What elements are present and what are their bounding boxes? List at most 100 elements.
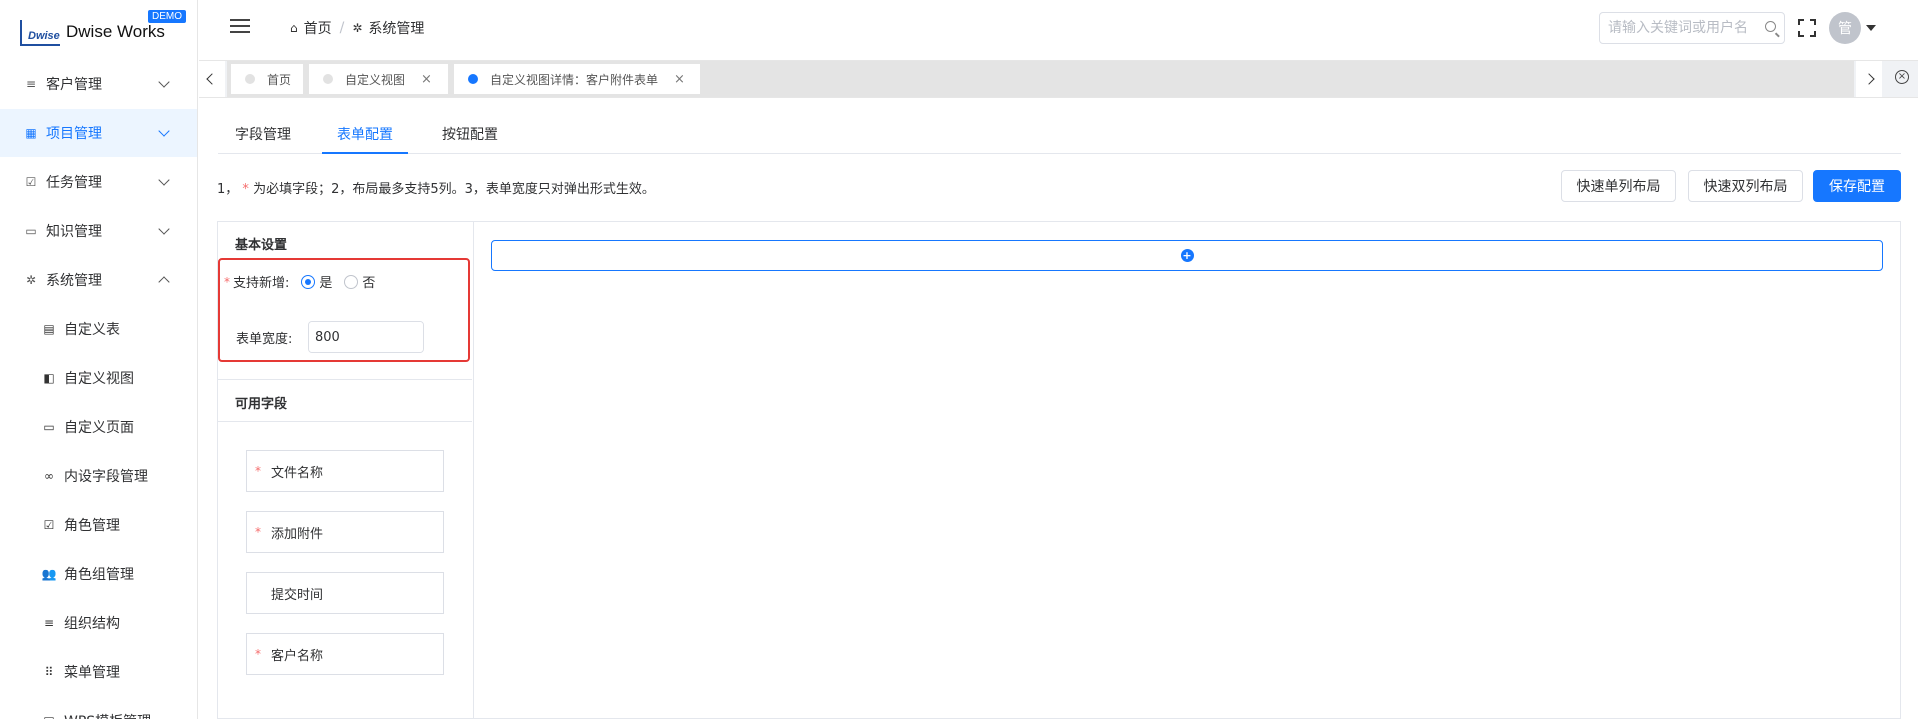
gear-icon: ✲: [25, 273, 37, 287]
search-icon[interactable]: [1765, 21, 1776, 32]
sidebar-subitem-menu[interactable]: ⠿ 菜单管理: [0, 648, 197, 696]
sidebar-subitem-label: 菜单管理: [64, 665, 120, 681]
logo[interactable]: Dwise Dwise Works DEMO: [20, 10, 190, 48]
search-box[interactable]: [1599, 12, 1785, 44]
field-card[interactable]: * 文件名称: [246, 450, 444, 492]
sidebar-subitem-label: 自定义页面: [64, 420, 134, 436]
sidebar-subitem-label: 角色管理: [64, 518, 120, 534]
sidebar-item-project[interactable]: ▦ 项目管理: [0, 109, 197, 157]
breadcrumb-separator: /: [339, 20, 345, 36]
tab-dot-icon: [245, 74, 255, 84]
close-all-tabs-icon[interactable]: ×: [1895, 70, 1909, 84]
sidebar-subitem-label: WPS模板管理: [64, 711, 151, 719]
tab-close-icon[interactable]: ×: [421, 72, 432, 87]
breadcrumb-current: 系统管理: [368, 21, 425, 37]
add-row-button[interactable]: +: [491, 240, 1883, 271]
divider: [218, 379, 472, 380]
menu-toggle-icon[interactable]: [230, 19, 250, 33]
grid-icon: ▦: [25, 126, 37, 140]
tab-scroll-left-icon[interactable]: [199, 61, 225, 97]
unit-suffix: px: [423, 322, 424, 352]
save-config-button[interactable]: 保存配置: [1813, 170, 1901, 202]
tab-button-config[interactable]: 按钮配置: [441, 122, 499, 154]
doc-icon: ▤: [42, 714, 56, 719]
tab-home[interactable]: 首页: [231, 64, 303, 94]
sidebar-item-label: 客户管理: [46, 77, 102, 93]
sidebar-subitem-custom-page[interactable]: ▭ 自定义页面: [0, 403, 197, 451]
avatar[interactable]: 管: [1829, 12, 1861, 44]
hint-prefix: 1，: [217, 182, 239, 197]
group-icon: 👥: [41, 567, 57, 581]
sidebar-subitem-custom-view[interactable]: ◧ 自定义视图: [0, 354, 197, 402]
required-star: *: [255, 464, 261, 478]
tab-scroll-right-icon[interactable]: [1856, 61, 1882, 97]
search-input[interactable]: [1600, 13, 1750, 43]
breadcrumb: ⌂ 首页 / ✲ 系统管理: [290, 18, 424, 38]
tabs-strip: 首页 自定义视图 × 自定义视图详情：客户附件表单 ×: [227, 61, 1854, 97]
fullscreen-icon[interactable]: [1798, 19, 1816, 37]
quick-double-column-button[interactable]: 快速双列布局: [1688, 170, 1803, 202]
sidebar-item-label: 任务管理: [46, 175, 102, 191]
doc-icon: ▤: [43, 322, 55, 336]
breadcrumb-home[interactable]: 首页: [304, 18, 332, 38]
tab-form-config[interactable]: 表单配置: [322, 122, 408, 154]
field-label: 添加附件: [271, 526, 324, 542]
quick-single-column-button[interactable]: 快速单列布局: [1561, 170, 1676, 202]
support-add-label: 支持新增:: [233, 276, 290, 291]
tab-custom-view-detail[interactable]: 自定义视图详情：客户附件表单 ×: [454, 64, 700, 94]
form-width-input[interactable]: [309, 322, 423, 352]
sidebar-subitem-wps-template[interactable]: ▤ WPS模板管理: [0, 697, 197, 719]
sidebar-subitem-roles[interactable]: ☑ 角色管理: [0, 501, 197, 549]
list-icon: ≡: [43, 616, 55, 630]
radio-yes[interactable]: [301, 274, 316, 289]
sidebar-subitem-org[interactable]: ≡ 组织结构: [0, 599, 197, 647]
tab-close-icon[interactable]: ×: [674, 72, 685, 87]
required-star: *: [242, 182, 249, 197]
radio-no[interactable]: [344, 274, 359, 289]
sidebar-subitem-custom-table[interactable]: ▤ 自定义表: [0, 305, 197, 353]
sidebar-subitem-label: 自定义表: [64, 322, 120, 338]
tab-label: 自定义视图: [345, 72, 406, 87]
sidebar-subitem-label: 组织结构: [64, 616, 120, 632]
field-card[interactable]: 提交时间: [246, 572, 444, 614]
field-card[interactable]: * 添加附件: [246, 511, 444, 553]
sidebar-item-label: 系统管理: [46, 273, 102, 289]
sidebar-item-task[interactable]: ☑ 任务管理: [0, 158, 197, 206]
sidebar-subitem-label: 自定义视图: [64, 371, 134, 387]
sidebar-item-customer[interactable]: ≡ 客户管理: [0, 60, 197, 108]
sidebar-subitem-label: 内设字段管理: [64, 469, 148, 485]
sidebar-subitem-builtin-fields[interactable]: ∞ 内设字段管理: [0, 452, 197, 500]
plus-circle-icon: +: [1180, 249, 1194, 262]
hint-text: 为必填字段；2，布局最多支持5列。3，表单宽度只对弹出形式生效。: [253, 182, 655, 197]
radio-yes-label[interactable]: 是: [319, 272, 332, 291]
chevron-down-icon: [158, 76, 170, 88]
radio-no-label[interactable]: 否: [362, 272, 375, 291]
tab-field-management[interactable]: 字段管理: [234, 122, 292, 154]
sidebar-item-system[interactable]: ✲ 系统管理: [0, 256, 197, 304]
task-icon: ☑: [25, 175, 37, 189]
form-layout-canvas: [473, 221, 1901, 719]
home-icon: ⌂: [290, 21, 298, 35]
demo-badge: DEMO: [148, 10, 186, 23]
tab-custom-view[interactable]: 自定义视图 ×: [309, 64, 448, 94]
sidebar-item-knowledge[interactable]: ▭ 知识管理: [0, 207, 197, 255]
support-add-row: * 支持新增: 是 否: [224, 272, 375, 291]
gear-icon: ✲: [352, 21, 363, 35]
dots-grid-icon: ⠿: [44, 665, 54, 679]
chevron-up-icon: [158, 276, 170, 288]
sidebar-subitem-role-groups[interactable]: 👥 角色组管理: [0, 550, 197, 598]
sidebar: Dwise Dwise Works DEMO ≡ 客户管理 ▦ 项目管理 ☑ 任…: [0, 0, 198, 719]
form-width-field[interactable]: px: [308, 321, 424, 353]
logo-mark: Dwise: [20, 20, 60, 46]
required-star: *: [255, 647, 261, 661]
checkbox-icon: ☑: [43, 518, 55, 532]
field-card[interactable]: * 客户名称: [246, 633, 444, 675]
chevron-down-icon: [158, 125, 170, 137]
copy-icon: ◧: [43, 371, 55, 385]
chevron-down-icon: [158, 174, 170, 186]
caret-down-icon[interactable]: [1866, 25, 1876, 31]
sidebar-item-label: 项目管理: [46, 126, 102, 142]
config-tabs: 字段管理 表单配置 按钮配置: [218, 122, 1901, 154]
available-fields-title: 可用字段: [235, 397, 288, 412]
book-icon: ▭: [25, 224, 37, 238]
